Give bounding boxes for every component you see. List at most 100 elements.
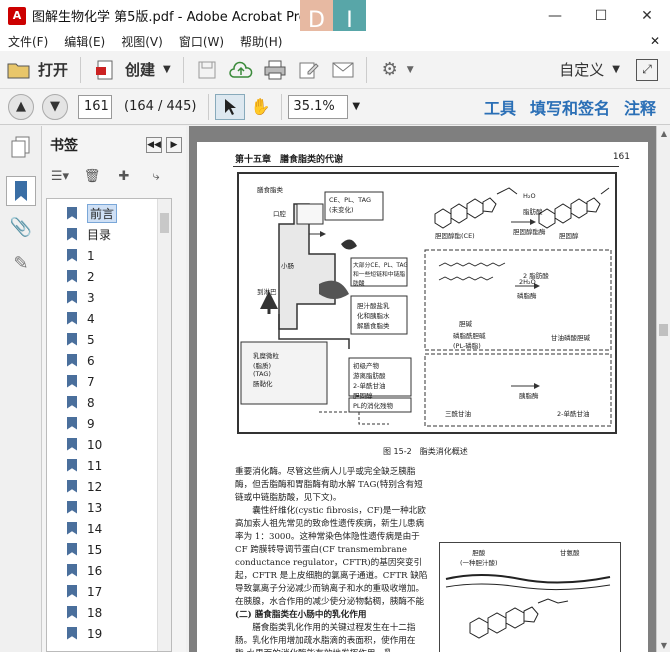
page-thumbnails-icon[interactable]	[6, 132, 36, 162]
gear-icon[interactable]: ⚙	[373, 55, 407, 85]
scroll-up-icon[interactable]: ▲	[657, 126, 670, 140]
pdf-page: 第十五章 膳食脂类的代谢 161 膳食脂类 口腔 CE、PL、TAG (未变化)…	[197, 142, 648, 652]
bookmark-item[interactable]: 9	[47, 413, 171, 434]
bookmark-item[interactable]: 14	[47, 518, 171, 539]
title-bar: A 图解生物化学 第5版.pdf - Adobe Acrobat Pro D I…	[0, 0, 670, 40]
bookmark-icon	[67, 228, 79, 242]
customize-button[interactable]: 自定义 ▼ ⤢	[559, 58, 670, 81]
figure-diagram: 膳食脂类 口腔 CE、PL、TAG (未变化) 小肠 大部分CE、PL、TAG …	[237, 172, 617, 434]
bookmark-item[interactable]: 前言	[47, 203, 171, 224]
document-view[interactable]: 第十五章 膳食脂类的代谢 161 膳食脂类 口腔 CE、PL、TAG (未变化)…	[189, 126, 656, 652]
bookmark-item[interactable]: 5	[47, 329, 171, 350]
bookmark-item[interactable]: 18	[47, 602, 171, 623]
menu-view[interactable]: 视图(V)	[113, 33, 171, 50]
document-scrollbar[interactable]: ▲ ▼	[656, 126, 670, 652]
menu-help[interactable]: 帮助(H)	[232, 33, 290, 50]
bookmark-item[interactable]: 16	[47, 560, 171, 581]
collapse-panel-icon[interactable]: ◀◀	[146, 137, 162, 153]
bookmark-icon	[67, 480, 79, 494]
bookmark-item[interactable]: 10	[47, 434, 171, 455]
bookmark-item[interactable]: 目录	[47, 224, 171, 245]
digestion-diagram	[240, 187, 612, 427]
page-count: (164 / 445)	[124, 99, 197, 114]
label-mouth: 口腔	[273, 210, 286, 218]
chevron-down-icon[interactable]: ▼	[352, 101, 360, 112]
bookmark-icon	[67, 249, 79, 263]
chevron-down-icon[interactable]: ▼	[407, 65, 414, 75]
bookmark-label: 9	[87, 416, 95, 431]
bookmark-label: 12	[87, 479, 103, 494]
label-pl-digestion: PL的消化残物	[353, 402, 394, 410]
bookmarks-icon[interactable]	[6, 176, 36, 206]
bookmark-item[interactable]: 17	[47, 581, 171, 602]
toolbar-divider	[365, 56, 367, 83]
close-window-button[interactable]: ✕	[624, 0, 670, 31]
bookmark-icon	[67, 522, 79, 536]
label-h2o: H₂O	[523, 192, 536, 200]
page-number-input[interactable]: 161	[78, 94, 112, 119]
bookmark-item[interactable]: 11	[47, 455, 171, 476]
bookmark-item[interactable]: 3	[47, 287, 171, 308]
email-icon[interactable]	[326, 55, 360, 85]
panel-options-icon[interactable]: ▶	[166, 137, 182, 153]
tools-link[interactable]: 工具	[484, 95, 516, 119]
bookmark-label: 16	[87, 563, 103, 578]
create-button[interactable]: 创建 ▼	[87, 55, 177, 85]
expand-bookmark-icon[interactable]: ⤷	[144, 166, 168, 186]
bookmark-item[interactable]: 1	[47, 245, 171, 266]
label-diet-lipid: 膳食脂类	[257, 186, 283, 194]
comment-link[interactable]: 注释	[624, 95, 656, 119]
maximize-button[interactable]: ☐	[578, 0, 624, 31]
bookmark-icon	[67, 291, 79, 305]
open-button[interactable]: 打开	[0, 55, 74, 85]
menu-file[interactable]: 文件(F)	[0, 33, 56, 50]
label-esterase: 胆固醇酯酶	[513, 228, 546, 236]
bookmark-icon	[67, 417, 79, 431]
window-title: 图解生物化学 第5版.pdf - Adobe Acrobat Pro	[32, 10, 307, 25]
label-cholesterol-ester: 胆固醇酯(CE)	[435, 232, 475, 240]
print-icon[interactable]	[258, 55, 292, 85]
close-document-icon[interactable]: ✕	[642, 34, 670, 48]
edit-document-icon[interactable]	[292, 55, 326, 85]
bookmark-item[interactable]: 12	[47, 476, 171, 497]
delete-bookmark-icon[interactable]: 🗑	[80, 166, 104, 186]
bookmark-label: 6	[87, 353, 95, 368]
label-stomach-box: 大部分CE、PL、TAG 和一些短链和中链脂 肪酸	[353, 263, 408, 287]
bookmark-item[interactable]: 8	[47, 392, 171, 413]
minimize-button[interactable]: —	[532, 0, 578, 31]
figure-caption: 图 15-2 脂类消化概述	[383, 447, 468, 456]
bookmark-label: 8	[87, 395, 95, 410]
menu-window[interactable]: 窗口(W)	[171, 33, 232, 50]
signatures-icon[interactable]: ✎	[6, 248, 36, 278]
fullscreen-icon[interactable]: ⤢	[636, 58, 658, 81]
scrollbar-thumb[interactable]	[659, 324, 668, 336]
zoom-input[interactable]: 35.1%	[288, 94, 349, 119]
bookmark-item[interactable]: 15	[47, 539, 171, 560]
hand-tool-icon[interactable]: ✋	[245, 94, 275, 120]
bookmarks-header: 书签 ◀◀ ▶	[42, 126, 186, 164]
previous-page-icon[interactable]: ▲	[8, 93, 34, 120]
bookmark-item[interactable]: 4	[47, 308, 171, 329]
new-bookmark-icon[interactable]: ✚	[112, 166, 136, 186]
upload-cloud-icon[interactable]	[224, 55, 258, 85]
bookmark-item[interactable]: 7	[47, 371, 171, 392]
select-tool-icon[interactable]	[215, 93, 246, 120]
navigation-toolbar: ▲ ▼ 161 (164 / 445) ✋ 35.1% ▼ 工具 填写和签名 注…	[0, 89, 670, 125]
label-lipase: 胰脂酶	[519, 392, 539, 400]
create-pdf-icon	[93, 59, 119, 81]
bookmark-item[interactable]: 13	[47, 497, 171, 518]
bookmark-item[interactable]: 2	[47, 266, 171, 287]
menu-edit[interactable]: 编辑(E)	[56, 33, 113, 50]
attachment-icon[interactable]: 📎	[6, 212, 36, 242]
save-icon[interactable]	[190, 55, 224, 85]
scroll-down-icon[interactable]: ▼	[657, 638, 670, 652]
label-bile: 胆汁酸盐乳 化和胰脂水 解膳食脂类	[357, 302, 390, 330]
options-menu-icon[interactable]: ☰▾	[48, 166, 72, 186]
bookmark-item[interactable]: 6	[47, 350, 171, 371]
bookmark-item[interactable]: 19	[47, 623, 171, 644]
next-page-icon[interactable]: ▼	[42, 93, 68, 120]
bookmark-label: 3	[87, 290, 95, 305]
chevron-down-icon: ▼	[612, 64, 620, 75]
fill-sign-link[interactable]: 填写和签名	[530, 95, 610, 119]
bookmark-icon	[67, 333, 79, 347]
